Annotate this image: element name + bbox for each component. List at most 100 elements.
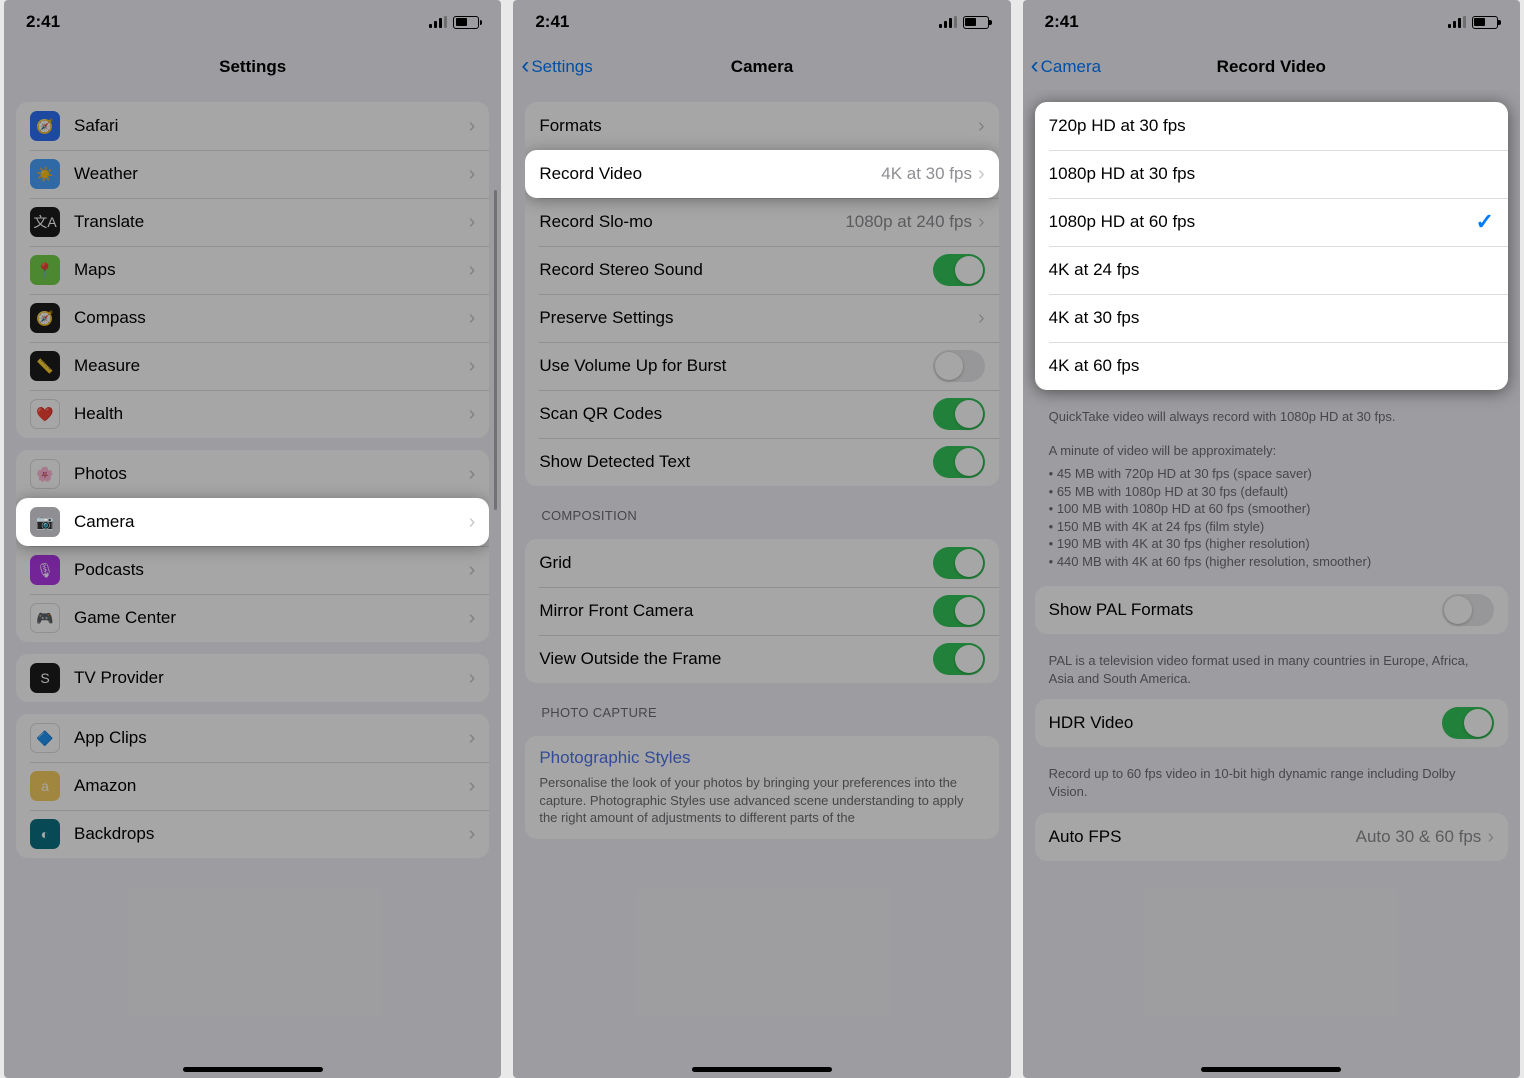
settings-row-weather[interactable]: ☀️Weather›	[16, 150, 489, 198]
measure-icon: 📏	[30, 351, 60, 381]
chevron-right-icon: ›	[469, 512, 476, 532]
hdr-video-row[interactable]: HDR Video	[1035, 699, 1508, 747]
row-label: Auto FPS	[1049, 827, 1356, 847]
settings-row-measure[interactable]: 📏Measure›	[16, 342, 489, 390]
row-label: Weather	[74, 164, 469, 184]
toggle[interactable]	[1442, 707, 1494, 739]
record-option-1080p-hd-at-60-fps[interactable]: 1080p HD at 60 fps✓	[1035, 198, 1508, 246]
camera-row-use-volume-up-for-burst[interactable]: Use Volume Up for Burst	[525, 342, 998, 390]
toggle[interactable]	[933, 547, 985, 579]
settings-row-app-clips[interactable]: 🔷App Clips›	[16, 714, 489, 762]
camera-row-scan-qr-codes[interactable]: Scan QR Codes	[525, 390, 998, 438]
camera-row-show-detected-text[interactable]: Show Detected Text	[525, 438, 998, 486]
photographic-styles-link[interactable]: Photographic Styles	[525, 736, 998, 770]
camera-row-view-outside-the-frame[interactable]: View Outside the Frame	[525, 635, 998, 683]
row-label: Compass	[74, 308, 469, 328]
toggle[interactable]	[1442, 594, 1494, 626]
chevron-right-icon: ›	[978, 212, 985, 232]
auto-fps-row[interactable]: Auto FPS Auto 30 & 60 fps ›	[1035, 813, 1508, 861]
battery-icon	[963, 16, 989, 29]
photos-icon: 🌸	[30, 459, 60, 489]
record-video-screen: 2:41 ‹ Camera Record Video 720p HD at 30…	[1023, 0, 1520, 1078]
toggle[interactable]	[933, 446, 985, 478]
settings-row-tv-provider[interactable]: STV Provider›	[16, 654, 489, 702]
row-label: 4K at 60 fps	[1049, 356, 1494, 376]
row-label: Record Slo-mo	[539, 212, 845, 232]
settings-row-photos[interactable]: 🌸Photos›	[16, 450, 489, 498]
health-icon: ❤️	[30, 399, 60, 429]
camera-row-record-video[interactable]: Record Video4K at 30 fps›	[525, 150, 998, 198]
status-right	[1448, 16, 1498, 29]
row-label: Show PAL Formats	[1049, 600, 1442, 620]
record-option-1080p-hd-at-30-fps[interactable]: 1080p HD at 30 fps	[1035, 150, 1508, 198]
settings-row-podcasts[interactable]: 🎙Podcasts›	[16, 546, 489, 594]
show-pal-formats-row[interactable]: Show PAL Formats	[1035, 586, 1508, 634]
row-label: Amazon	[74, 776, 469, 796]
nav-header: ‹ Settings Camera	[513, 44, 1010, 90]
pal-footer: PAL is a television video format used in…	[1023, 646, 1520, 687]
podcasts-icon: 🎙	[30, 555, 60, 585]
status-bar: 2:41	[513, 0, 1010, 44]
pal-group: Show PAL Formats	[1035, 586, 1508, 634]
settings-row-camera[interactable]: 📷Camera›	[16, 498, 489, 546]
settings-row-backdrops[interactable]: ◐Backdrops›	[16, 810, 489, 858]
settings-row-amazon[interactable]: aAmazon›	[16, 762, 489, 810]
scrollbar-indicator	[494, 190, 497, 510]
camera-row-record-stereo-sound[interactable]: Record Stereo Sound	[525, 246, 998, 294]
compass-icon: 🧭	[30, 303, 60, 333]
settings-row-translate[interactable]: 文A Translate›	[16, 198, 489, 246]
row-label: View Outside the Frame	[539, 649, 932, 669]
row-label: 4K at 24 fps	[1049, 260, 1494, 280]
chevron-right-icon: ›	[469, 404, 476, 424]
toggle[interactable]	[933, 254, 985, 286]
home-indicator	[692, 1067, 832, 1072]
row-label: App Clips	[74, 728, 469, 748]
record-option-4k-at-60-fps[interactable]: 4K at 60 fps	[1035, 342, 1508, 390]
row-label: 1080p HD at 60 fps	[1049, 212, 1476, 232]
translate-icon: 文A	[30, 207, 60, 237]
status-time: 2:41	[26, 12, 60, 32]
toggle[interactable]	[933, 398, 985, 430]
row-detail: 1080p at 240 fps	[845, 212, 972, 232]
settings-row-game-center[interactable]: 🎮Game Center›	[16, 594, 489, 642]
row-label: Translate	[74, 212, 469, 232]
toggle[interactable]	[933, 643, 985, 675]
settings-row-maps[interactable]: 📍Maps›	[16, 246, 489, 294]
settings-row-health[interactable]: ❤️Health›	[16, 390, 489, 438]
camera-row-mirror-front-camera[interactable]: Mirror Front Camera	[525, 587, 998, 635]
toggle[interactable]	[933, 350, 985, 382]
record-option-720p-hd-at-30-fps[interactable]: 720p HD at 30 fps	[1035, 102, 1508, 150]
gamecenter-icon: 🎮	[30, 603, 60, 633]
status-right	[429, 16, 479, 29]
camera-row-preserve-settings[interactable]: Preserve Settings›	[525, 294, 998, 342]
row-label: Camera	[74, 512, 469, 532]
chevron-right-icon: ›	[469, 560, 476, 580]
chevron-right-icon: ›	[469, 212, 476, 232]
home-indicator	[183, 1067, 323, 1072]
camera-row-record-slo-mo[interactable]: Record Slo-mo1080p at 240 fps ›	[525, 198, 998, 246]
chevron-right-icon: ›	[978, 116, 985, 136]
chevron-left-icon: ‹	[521, 54, 529, 78]
camera-row-formats[interactable]: Formats›	[525, 102, 998, 150]
section-header-composition: COMPOSITION	[513, 498, 1010, 527]
settings-row-safari[interactable]: 🧭Safari›	[16, 102, 489, 150]
toggle[interactable]	[933, 595, 985, 627]
chevron-right-icon: ›	[469, 308, 476, 328]
row-label: Record Video	[539, 164, 881, 184]
settings-group-2: 🌸Photos›📷Camera›🎙Podcasts› 🎮 Game Center ›	[16, 450, 489, 642]
back-label: Settings	[531, 57, 592, 77]
camera-settings-screen: 2:41 ‹ Settings Camera Formats›Record Vi…	[513, 0, 1010, 1078]
settings-row-compass[interactable]: 🧭 Compass›	[16, 294, 489, 342]
back-button[interactable]: ‹ Settings	[521, 44, 592, 90]
row-label: Game Center	[74, 608, 469, 628]
chevron-right-icon: ›	[469, 164, 476, 184]
camera-row-grid[interactable]: Grid	[525, 539, 998, 587]
chevron-right-icon: ›	[469, 728, 476, 748]
row-label: TV Provider	[74, 668, 469, 688]
record-option-4k-at-30-fps[interactable]: 4K at 30 fps	[1035, 294, 1508, 342]
record-option-4k-at-24-fps[interactable]: 4K at 24 fps	[1035, 246, 1508, 294]
check-icon: ✓	[1476, 209, 1494, 235]
section-header-photo-capture: PHOTO CAPTURE	[513, 695, 1010, 724]
back-button[interactable]: ‹ Camera	[1031, 44, 1101, 90]
status-time: 2:41	[535, 12, 569, 32]
